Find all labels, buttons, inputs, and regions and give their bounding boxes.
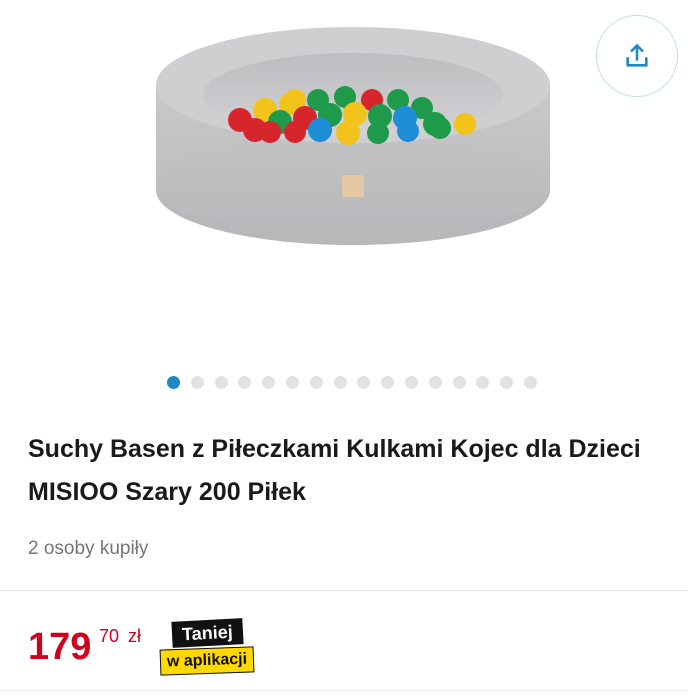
gallery-dot[interactable] xyxy=(452,376,466,389)
price-main: 179 xyxy=(28,626,92,668)
gallery-dot[interactable] xyxy=(381,376,395,389)
badge-line2: w aplikacji xyxy=(159,646,255,676)
gallery-dot[interactable] xyxy=(357,376,371,389)
product-title-line2: MISIOO Szary 200 Piłek xyxy=(28,478,306,506)
divider xyxy=(0,690,688,691)
gallery-dot[interactable] xyxy=(500,376,514,389)
gallery-dot[interactable] xyxy=(309,376,323,389)
brand-label xyxy=(342,175,364,197)
gallery-dot[interactable] xyxy=(286,376,299,389)
badge-line1: Taniej xyxy=(171,618,244,648)
divider xyxy=(0,590,688,591)
gallery-dot[interactable] xyxy=(428,376,442,389)
product-title: Suchy Basen z Piłeczkami Kulkami Kojec d… xyxy=(28,428,678,514)
share-button[interactable] xyxy=(596,15,678,97)
app-discount-badge[interactable]: Taniej w aplikacji xyxy=(158,618,276,676)
gallery-dot[interactable] xyxy=(405,376,418,389)
gallery-dot[interactable] xyxy=(333,376,347,389)
price-cents: 70 xyxy=(99,626,120,646)
gallery-dot[interactable] xyxy=(190,376,204,389)
product-title-line1: Suchy Basen z Piłeczkami Kulkami Kojec d… xyxy=(28,435,641,463)
gallery-dot[interactable] xyxy=(476,376,490,389)
gallery-dot[interactable] xyxy=(214,376,228,389)
gallery-dot[interactable] xyxy=(167,376,180,389)
product-image[interactable] xyxy=(140,0,570,330)
price-currency: zł xyxy=(128,626,141,646)
product-gallery[interactable] xyxy=(0,0,688,389)
gallery-dot[interactable] xyxy=(262,376,276,389)
gallery-dot[interactable] xyxy=(524,376,537,389)
gallery-dot[interactable] xyxy=(238,376,252,389)
gallery-pagination xyxy=(0,376,688,390)
buyers-count: 2 osoby kupiły xyxy=(28,538,149,559)
share-icon xyxy=(626,44,648,67)
